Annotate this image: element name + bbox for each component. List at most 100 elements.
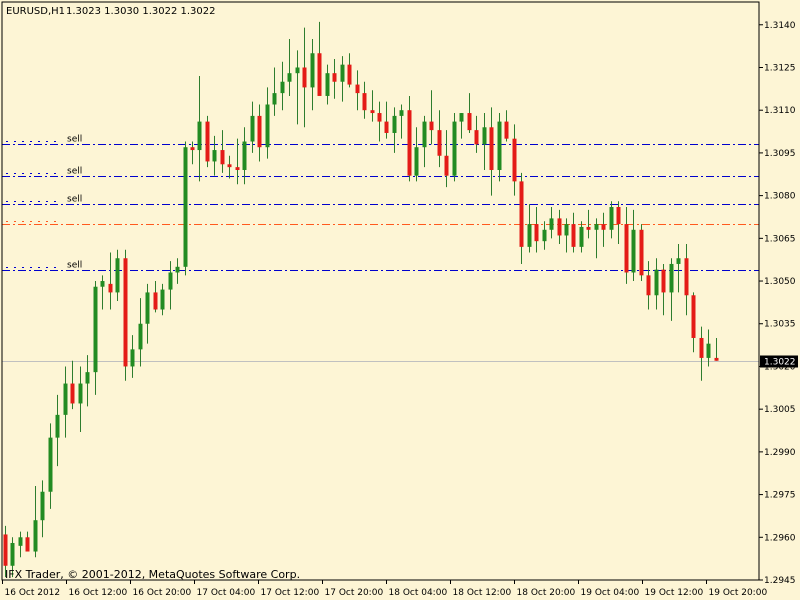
candle: [138, 298, 143, 367]
candle-body: [459, 113, 464, 122]
candle-body: [377, 113, 382, 122]
candle-body: [527, 224, 532, 247]
candle: [691, 292, 696, 353]
candle: [579, 221, 584, 253]
candle-body: [272, 93, 277, 105]
candle: [250, 101, 255, 153]
symbol-timeframe-label: EURUSD,H1: [6, 6, 65, 17]
candle-body: [235, 167, 240, 170]
candle-body: [437, 130, 442, 156]
candle-body: [130, 349, 135, 367]
candle: [40, 480, 45, 538]
x-tick-label: 19 Oct 04:00: [581, 588, 640, 598]
candle: [85, 355, 90, 407]
candle-body: [646, 275, 651, 296]
candle: [444, 130, 449, 188]
candle-body: [295, 67, 300, 74]
candle: [609, 201, 614, 239]
candle: [557, 209, 562, 245]
candle: [392, 107, 397, 153]
current-price-label: 1.3022: [764, 358, 796, 368]
candle-body: [220, 150, 225, 165]
candle-body: [340, 64, 345, 82]
candle-body: [227, 164, 232, 168]
y-tick-label: 1.3080: [764, 192, 796, 202]
candle-body: [571, 224, 576, 247]
candle-body: [370, 110, 375, 114]
candle: [497, 113, 502, 182]
candle-body: [78, 383, 83, 404]
candle-body: [452, 121, 457, 176]
order-lines-layer: sell sell sell sell: [2, 135, 759, 362]
y-tick-label: 1.3110: [764, 106, 796, 116]
candle: [482, 113, 487, 170]
candle: [631, 209, 636, 282]
candle-body: [347, 64, 352, 85]
candle: [549, 207, 554, 239]
candle: [459, 113, 464, 139]
candle-body: [160, 289, 165, 310]
candle: [25, 531, 30, 552]
candle-body: [639, 229, 644, 276]
candle-body: [519, 181, 524, 247]
candle-body: [684, 258, 689, 296]
candle: [384, 101, 389, 139]
candle: [205, 115, 210, 168]
x-tick-label: 17 Oct 12:00: [261, 588, 320, 598]
y-tick-label: 1.2975: [764, 491, 796, 501]
candle-body: [123, 258, 128, 367]
chart-window[interactable]: sell sell sell sell 1.3140 1.3125 1.3110 1.309…: [0, 0, 800, 600]
candle: [564, 218, 569, 253]
candle-body: [310, 53, 315, 88]
candle: [661, 263, 666, 316]
candle: [370, 90, 375, 122]
x-tick-label: 18 Oct 04:00: [389, 588, 448, 598]
candle: [399, 104, 404, 139]
candle-body: [355, 84, 360, 94]
x-tick-label: 16 Oct 12:00: [69, 588, 128, 598]
candle: [699, 326, 704, 381]
candle: [130, 335, 135, 378]
candle-body: [669, 263, 674, 293]
candle: [242, 127, 247, 185]
y-tick-label: 1.3050: [764, 277, 796, 287]
candle-body: [586, 226, 591, 230]
candle: [317, 21, 322, 96]
candle-body: [579, 226, 584, 247]
candle-body: [549, 218, 554, 230]
candle: [340, 56, 345, 102]
y-tick-label: 1.2945: [764, 576, 796, 586]
candle-body: [631, 229, 636, 273]
candle-body: [175, 266, 180, 273]
candle-body: [138, 323, 143, 350]
candle-body: [287, 73, 292, 82]
ohlc-readout: 1.3023 1.3030 1.3022 1.3022: [66, 6, 216, 17]
candle: [265, 87, 270, 159]
candle: [55, 394, 60, 467]
x-tick-label: 16 Oct 2012: [5, 588, 61, 598]
candle-body: [302, 67, 307, 88]
candle: [257, 104, 262, 162]
y-tick-label: 1.3125: [764, 63, 796, 73]
candle-body: [601, 224, 606, 230]
candle: [93, 281, 98, 395]
candle: [347, 53, 352, 88]
candle-body: [265, 104, 270, 148]
candle-body: [25, 537, 30, 552]
candle: [355, 70, 360, 111]
candle: [145, 283, 150, 344]
candle: [504, 110, 509, 142]
candle-body: [257, 115, 262, 148]
price-chart[interactable]: sell sell sell sell 1.3140 1.3125 1.3110 1.309…: [0, 0, 800, 600]
y-tick-label: 1.3035: [764, 320, 796, 330]
candle-body: [85, 372, 90, 384]
candle: [123, 249, 128, 381]
time-axis: 16 Oct 2012 16 Oct 12:00 16 Oct 20:00 17 Oc…: [2, 580, 767, 598]
candle-body: [489, 127, 494, 170]
candle: [183, 141, 188, 276]
candle-body: [534, 224, 539, 242]
candle: [512, 124, 517, 196]
candle: [153, 281, 158, 313]
candle-body: [714, 357, 719, 361]
candle-body: [512, 138, 517, 182]
